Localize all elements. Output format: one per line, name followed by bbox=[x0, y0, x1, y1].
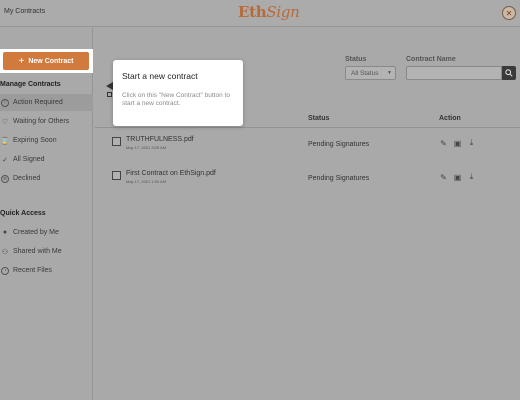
sidebar-item-declined[interactable]: ⊘ Declined bbox=[0, 170, 93, 187]
column-action: Action bbox=[439, 115, 461, 122]
sidebar-item-label: All Signed bbox=[13, 156, 45, 163]
sidebar-item-label: Expiring Soon bbox=[13, 137, 57, 144]
logo-text-eth: Eth bbox=[238, 3, 267, 21]
sidebar-item-label: Shared with Me bbox=[13, 248, 62, 255]
recent-icon: ◔ bbox=[1, 266, 9, 275]
sidebar-item-created-by-me[interactable]: ● Created by Me bbox=[0, 224, 93, 241]
quick-access-heading: Quick Access bbox=[0, 210, 46, 217]
avatar-glyph: ✕ bbox=[505, 8, 513, 18]
manage-contracts-heading: Manage Contracts bbox=[0, 81, 61, 88]
remind-icon[interactable]: ✎ bbox=[439, 172, 448, 182]
sidebar-item-recent-files[interactable]: ◔ Recent Files bbox=[0, 262, 93, 279]
search-button[interactable] bbox=[502, 66, 516, 80]
view-icon[interactable]: ▣ bbox=[453, 138, 462, 148]
sidebar-item-all-signed[interactable]: ✓ All Signed bbox=[0, 151, 93, 168]
file-date: May 17, 2021 1:50 AM bbox=[126, 179, 167, 184]
download-icon[interactable]: ⤓ bbox=[467, 138, 476, 148]
search-icon bbox=[505, 69, 513, 77]
contract-name-input[interactable] bbox=[406, 66, 502, 80]
sidebar-item-label: Waiting for Others bbox=[13, 118, 70, 125]
declined-icon: ⊘ bbox=[1, 174, 9, 183]
top-bar: My Contracts EthSign ✕ bbox=[0, 0, 520, 27]
table-row[interactable]: TRUTHFULNESS.pdf May 17, 2021 3:05 AM Pe… bbox=[95, 130, 520, 164]
row-checkbox[interactable] bbox=[112, 171, 121, 180]
sidebar-item-label: Action Required bbox=[13, 99, 63, 106]
sidebar-item-expiring-soon[interactable]: ⌛ Expiring Soon bbox=[0, 132, 93, 149]
sidebar-item-shared-with-me[interactable]: ⚇ Shared with Me bbox=[0, 243, 93, 260]
row-actions: ✎ ▣ ⤓ bbox=[439, 138, 476, 148]
row-checkbox[interactable] bbox=[112, 137, 121, 146]
new-contract-label: New Contract bbox=[28, 57, 74, 65]
new-contract-button[interactable]: + New Contract bbox=[3, 52, 89, 70]
status-text: Pending Signatures bbox=[308, 141, 370, 148]
column-status[interactable]: Status bbox=[308, 115, 329, 122]
all-signed-icon: ✓ bbox=[2, 156, 8, 164]
status-filter-label: Status bbox=[345, 56, 367, 63]
tooltip-body: Click on this "New Contract" button to s… bbox=[122, 92, 230, 107]
chevron-down-icon: ▼ bbox=[387, 70, 392, 76]
file-date: May 17, 2021 3:05 AM bbox=[126, 145, 167, 150]
status-filter-value: All Status bbox=[351, 69, 379, 77]
alert-circle-icon: ! bbox=[1, 98, 9, 107]
tooltip-title: Start a new contract bbox=[122, 71, 198, 81]
sidebar-item-label: Created by Me bbox=[13, 229, 59, 236]
file-name[interactable]: TRUTHFULNESS.pdf bbox=[126, 136, 194, 143]
sidebar-item-label: Recent Files bbox=[13, 267, 52, 274]
user-avatar-icon[interactable]: ✕ bbox=[502, 6, 516, 20]
breadcrumb[interactable]: My Contracts bbox=[4, 8, 45, 15]
view-icon[interactable]: ▣ bbox=[453, 172, 462, 182]
plus-icon: + bbox=[18, 55, 25, 67]
logo-text-sign: Sign bbox=[266, 3, 300, 21]
row-actions: ✎ ▣ ⤓ bbox=[439, 172, 476, 182]
new-contract-highlight: + New Contract bbox=[0, 49, 93, 73]
table-row[interactable]: First Contract on EthSign.pdf May 17, 20… bbox=[95, 164, 520, 198]
status-text: Pending Signatures bbox=[308, 175, 370, 182]
contract-name-label: Contract Name bbox=[406, 56, 456, 63]
person-icon: ● bbox=[2, 229, 8, 236]
remind-icon[interactable]: ✎ bbox=[439, 138, 448, 148]
tooltip-arrow-icon bbox=[106, 82, 113, 90]
file-name[interactable]: First Contract on EthSign.pdf bbox=[126, 170, 216, 177]
onboarding-tooltip: Start a new contract Click on this "New … bbox=[113, 60, 243, 126]
clock-icon: ⌛ bbox=[0, 137, 10, 145]
status-filter-select[interactable]: All Status ▼ bbox=[345, 66, 396, 80]
sidebar-item-waiting-for-others[interactable]: ♡ Waiting for Others bbox=[0, 113, 93, 130]
heart-icon: ♡ bbox=[1, 118, 9, 126]
sidebar-item-label: Declined bbox=[13, 175, 41, 182]
ethsign-logo[interactable]: EthSign bbox=[238, 3, 300, 21]
sidebar-item-action-required[interactable]: ! Action Required bbox=[0, 94, 93, 111]
people-icon: ⚇ bbox=[1, 248, 9, 256]
download-icon[interactable]: ⤓ bbox=[467, 172, 476, 182]
select-all-checkbox[interactable] bbox=[107, 92, 112, 97]
